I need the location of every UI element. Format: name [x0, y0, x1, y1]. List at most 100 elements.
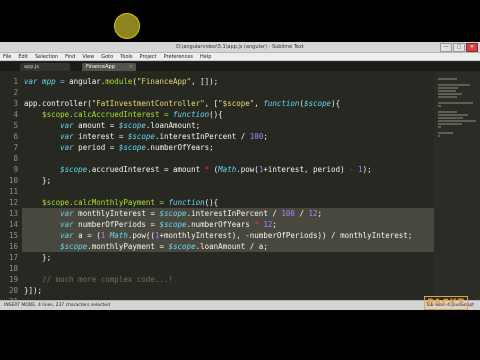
menu-tools[interactable]: Tools — [120, 53, 132, 61]
code-token: $scope — [60, 242, 88, 251]
line-number: 1 — [13, 77, 18, 86]
minimap-line — [438, 117, 464, 119]
packt-logo: PACKT — [424, 296, 468, 310]
code-token: +interest, period) — [263, 165, 350, 174]
code-line[interactable]: $scope.calcAccruedInterest = function(){ — [24, 109, 223, 120]
code-token: .pow(( — [127, 231, 155, 240]
line-number-gutter: 123456789101112131415161718192021 — [0, 72, 22, 306]
code-token: ; — [317, 209, 323, 218]
line-number: 14 — [8, 220, 18, 229]
code-line[interactable]: var interest = $scope.interestInPercent … — [24, 131, 268, 142]
code-token: (){ — [209, 110, 223, 119]
code-token: $scope — [60, 165, 88, 174]
code-line[interactable]: }; — [24, 252, 51, 263]
minimap-line — [438, 135, 440, 137]
line-number: 13 — [8, 209, 18, 218]
line-number: 12 — [8, 198, 18, 207]
code-line[interactable]: var amount = $scope.loanAmount; — [24, 120, 200, 131]
code-token: .interestInPercent / — [154, 132, 250, 141]
sublime-window: D:\angularvideo\5.1\app.js (angular) - S… — [0, 42, 480, 310]
minimize-button[interactable]: — — [440, 43, 452, 52]
code-token: 12 — [263, 220, 273, 229]
code-token: angular — [69, 77, 101, 86]
line-number: 3 — [13, 99, 18, 108]
code-token: period = — [73, 143, 119, 152]
menu-edit[interactable]: Edit — [18, 53, 28, 61]
menu-bar: File Edit Selection Find View Goto Tools… — [0, 53, 480, 61]
code-token: , [ — [204, 99, 219, 108]
menu-goto[interactable]: Goto — [101, 53, 113, 61]
minimap-line — [438, 132, 453, 134]
code-token: $scope.calcAccruedInterest = — [24, 110, 174, 119]
menu-view[interactable]: View — [82, 53, 94, 61]
code-token: "$scope" — [218, 99, 255, 108]
code-line[interactable]: app.controller("FatInvestmentController"… — [24, 98, 340, 109]
code-token: function — [173, 110, 210, 119]
title-bar: D:\angularvideo\5.1\app.js (angular) - S… — [0, 42, 480, 53]
line-number: 4 — [13, 110, 18, 119]
minimap-line — [438, 87, 458, 89]
menu-preferences[interactable]: Preferences — [164, 53, 193, 61]
code-token: (){ — [204, 198, 219, 207]
code-token: .accruedInterest = amount — [87, 165, 205, 174]
code-editor[interactable]: 123456789101112131415161718192021 var mp… — [0, 72, 480, 306]
maximize-button[interactable]: □ — [453, 43, 465, 52]
tab-app-js[interactable]: app.js — [20, 63, 70, 71]
code-token: 100 — [281, 209, 295, 218]
code-token: var — [60, 209, 74, 218]
line-number: 6 — [13, 132, 18, 141]
code-line[interactable]: // much more complex code...! — [24, 274, 173, 285]
line-number: 5 — [13, 121, 18, 130]
code-token: .loanAmount / a; — [195, 242, 268, 251]
code-line[interactable]: var monthlyInterest = $scope.interestInP… — [24, 208, 322, 219]
line-number: 9 — [13, 165, 18, 174]
status-bar: INSERT MODE, 4 lines, 237 characters sel… — [0, 300, 480, 310]
line-number: 18 — [8, 264, 18, 273]
code-token: $scope — [118, 143, 146, 152]
line-number: 16 — [8, 242, 18, 251]
tab-finance-app[interactable]: FinanceApp ✕ — [82, 63, 136, 71]
code-token: }; — [24, 253, 52, 262]
code-token: monthlyInterest = — [73, 209, 160, 218]
code-line[interactable]: var mpp = angular.module("FinanceApp", [… — [24, 76, 218, 87]
minimap[interactable] — [434, 72, 480, 300]
menu-project[interactable]: Project — [140, 53, 157, 61]
code-token: +monthlyInterest), -numberOfPeriods)) / … — [159, 231, 413, 240]
code-line[interactable]: }; — [24, 175, 51, 186]
code-line[interactable]: var numberOfPeriods = $scope.numberOfYea… — [24, 219, 277, 230]
code-token: var — [60, 220, 74, 229]
code-line[interactable]: }]); — [24, 285, 42, 296]
code-token: var — [60, 143, 74, 152]
code-line[interactable]: $scope.accruedInterest = amount * (Math.… — [24, 164, 372, 175]
line-number: 2 — [13, 88, 18, 97]
menu-file[interactable]: File — [3, 53, 11, 61]
tab-bar: app.js FinanceApp ✕ — [0, 62, 480, 71]
code-token: $scope — [168, 242, 196, 251]
code-line[interactable]: $scope.calcMonthlyPayment = function(){ — [24, 197, 218, 208]
code-token: }]); — [24, 286, 43, 295]
code-line[interactable]: $scope.monthlyPayment = $scope.loanAmoun… — [24, 241, 268, 252]
menu-find[interactable]: Find — [65, 53, 75, 61]
code-line[interactable]: var period = $scope.numberOfYears; — [24, 142, 214, 153]
menu-help[interactable]: Help — [200, 53, 211, 61]
code-token: var — [60, 132, 74, 141]
code-token: ; — [272, 220, 277, 229]
code-line[interactable]: var a = (1-Math.pow((1+monthlyInterest),… — [24, 230, 412, 241]
tab-close-icon[interactable]: ✕ — [129, 63, 133, 71]
minimap-line — [438, 93, 463, 95]
code-token: var mpp = — [24, 77, 70, 86]
code-token: ); — [362, 165, 372, 174]
close-button[interactable]: ✕ — [466, 43, 478, 52]
code-token: $scope — [118, 121, 146, 130]
menu-selection[interactable]: Selection — [35, 53, 58, 61]
code-token: .pow( — [236, 165, 259, 174]
code-token: .monthlyPayment = — [87, 242, 169, 251]
code-token: , — [254, 99, 264, 108]
minimap-line — [438, 126, 441, 128]
code-token: interest = — [73, 132, 128, 141]
code-token: $scope — [303, 99, 332, 108]
minimap-line — [438, 123, 463, 125]
